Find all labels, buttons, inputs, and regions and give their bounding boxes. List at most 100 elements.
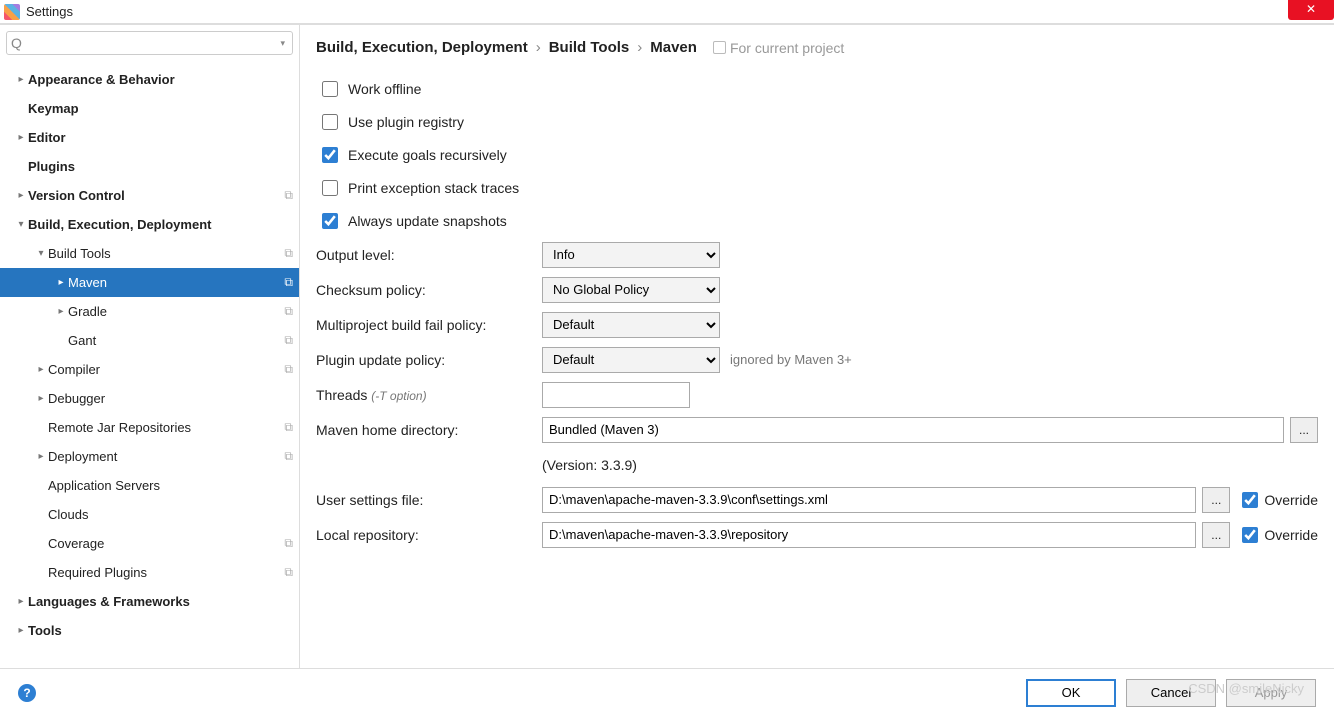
work-offline-checkbox[interactable] [322, 81, 338, 97]
print-exception-checkbox[interactable] [322, 180, 338, 196]
tree-arrow-icon [14, 74, 28, 85]
breadcrumb-sep: › [633, 39, 646, 56]
execute-recursively-checkbox[interactable] [322, 147, 338, 163]
work-offline-label: Work offline [348, 81, 421, 97]
scope-badge-icon: ⧉ [284, 246, 293, 261]
tree-item-coverage[interactable]: Coverage⧉ [0, 529, 299, 558]
search-input[interactable] [26, 36, 278, 51]
window-title: Settings [26, 4, 73, 19]
cancel-button[interactable]: Cancel [1126, 679, 1216, 707]
threads-label: Threads (-T option) [316, 387, 542, 403]
tree-item-build-execution-deployment[interactable]: Build, Execution, Deployment [0, 210, 299, 239]
tree-item-label: Appearance & Behavior [28, 72, 293, 87]
tree-item-label: Compiler [48, 362, 284, 377]
scope-badge-icon: ⧉ [284, 362, 293, 377]
output-level-label: Output level: [316, 247, 542, 263]
tree-item-label: Gant [68, 333, 284, 348]
search-history-icon[interactable]: ▾ [277, 38, 288, 49]
tree-item-label: Coverage [48, 536, 284, 551]
tree-arrow-icon [14, 219, 28, 230]
close-button[interactable]: ✕ [1288, 0, 1334, 20]
local-repo-input[interactable] [542, 522, 1196, 548]
maven-home-input[interactable] [542, 417, 1284, 443]
scope-badge-icon: ⧉ [284, 275, 293, 290]
tree-item-label: Required Plugins [48, 565, 284, 580]
tree-item-label: Build Tools [48, 246, 284, 261]
search-icon: Q [11, 35, 22, 51]
tree-item-tools[interactable]: Tools [0, 616, 299, 645]
tree-item-clouds[interactable]: Clouds [0, 500, 299, 529]
user-settings-browse-button[interactable]: ... [1202, 487, 1230, 513]
tree-item-label: Remote Jar Repositories [48, 420, 284, 435]
tree-item-label: Debugger [48, 391, 293, 406]
tree-item-maven[interactable]: Maven⧉ [0, 268, 299, 297]
breadcrumb-sep: › [532, 39, 545, 56]
tree-item-remote-jar-repositories[interactable]: Remote Jar Repositories⧉ [0, 413, 299, 442]
tree-item-label: Clouds [48, 507, 293, 522]
tree-item-compiler[interactable]: Compiler⧉ [0, 355, 299, 384]
scope-hint: For current project [713, 40, 844, 56]
maven-home-browse-button[interactable]: ... [1290, 417, 1318, 443]
override-label: Override [1264, 492, 1318, 508]
tree-arrow-icon [14, 596, 28, 607]
tree-item-label: Editor [28, 130, 293, 145]
print-exception-label: Print exception stack traces [348, 180, 519, 196]
tree-item-appearance-behavior[interactable]: Appearance & Behavior [0, 65, 299, 94]
scope-badge-icon: ⧉ [284, 449, 293, 464]
tree-arrow-icon [34, 248, 48, 259]
tree-arrow-icon [54, 306, 68, 317]
local-repo-browse-button[interactable]: ... [1202, 522, 1230, 548]
scope-badge-icon: ⧉ [284, 420, 293, 435]
titlebar: Settings ✕ [0, 0, 1334, 24]
content: Q ▾ Appearance & Behavior Keymap Editor Plu… [0, 24, 1334, 668]
multiproject-select[interactable]: Default [542, 312, 720, 338]
tree-item-plugins[interactable]: Plugins [0, 152, 299, 181]
user-settings-label: User settings file: [316, 492, 542, 508]
tree-item-label: Build, Execution, Deployment [28, 217, 293, 232]
tree-arrow-icon [14, 190, 28, 201]
tree-item-label: Application Servers [48, 478, 293, 493]
tree-item-label: Plugins [28, 159, 293, 174]
user-settings-override-checkbox[interactable] [1242, 492, 1258, 508]
search-box: Q ▾ [0, 25, 299, 59]
tree-item-editor[interactable]: Editor [0, 123, 299, 152]
checksum-label: Checksum policy: [316, 282, 542, 298]
tree-item-gant[interactable]: Gant⧉ [0, 326, 299, 355]
tree-item-application-servers[interactable]: Application Servers [0, 471, 299, 500]
checksum-select[interactable]: No Global Policy [542, 277, 720, 303]
user-settings-input[interactable] [542, 487, 1196, 513]
multiproject-label: Multiproject build fail policy: [316, 317, 542, 333]
tree-item-required-plugins[interactable]: Required Plugins⧉ [0, 558, 299, 587]
tree-arrow-icon [54, 277, 68, 288]
local-repo-override-checkbox[interactable] [1242, 527, 1258, 543]
use-plugin-registry-checkbox[interactable] [322, 114, 338, 130]
tree-item-build-tools[interactable]: Build Tools⧉ [0, 239, 299, 268]
tree-arrow-icon [34, 451, 48, 462]
tree-arrow-icon [34, 364, 48, 375]
footer: ? OK Cancel Apply [0, 668, 1334, 716]
tree-item-gradle[interactable]: Gradle⧉ [0, 297, 299, 326]
help-button[interactable]: ? [18, 684, 36, 702]
output-level-select[interactable]: Info [542, 242, 720, 268]
scope-badge-icon: ⧉ [284, 333, 293, 348]
tree-item-languages-frameworks[interactable]: Languages & Frameworks [0, 587, 299, 616]
maven-version-label: (Version: 3.3.9) [542, 457, 637, 473]
scope-badge-icon: ⧉ [284, 188, 293, 203]
tree-item-version-control[interactable]: Version Control⧉ [0, 181, 299, 210]
tree-item-debugger[interactable]: Debugger [0, 384, 299, 413]
threads-input[interactable] [542, 382, 690, 408]
plugin-update-select[interactable]: Default [542, 347, 720, 373]
scope-badge-icon: ⧉ [284, 565, 293, 580]
execute-recursively-label: Execute goals recursively [348, 147, 507, 163]
ok-button[interactable]: OK [1026, 679, 1116, 707]
tree-item-keymap[interactable]: Keymap [0, 94, 299, 123]
maven-home-label: Maven home directory: [316, 422, 542, 438]
override-label: Override [1264, 527, 1318, 543]
tree-item-label: Deployment [48, 449, 284, 464]
tree-item-label: Languages & Frameworks [28, 594, 293, 609]
always-update-checkbox[interactable] [322, 213, 338, 229]
scope-hint-icon [713, 41, 726, 54]
tree-item-label: Gradle [68, 304, 284, 319]
tree-item-deployment[interactable]: Deployment⧉ [0, 442, 299, 471]
apply-button[interactable]: Apply [1226, 679, 1316, 707]
